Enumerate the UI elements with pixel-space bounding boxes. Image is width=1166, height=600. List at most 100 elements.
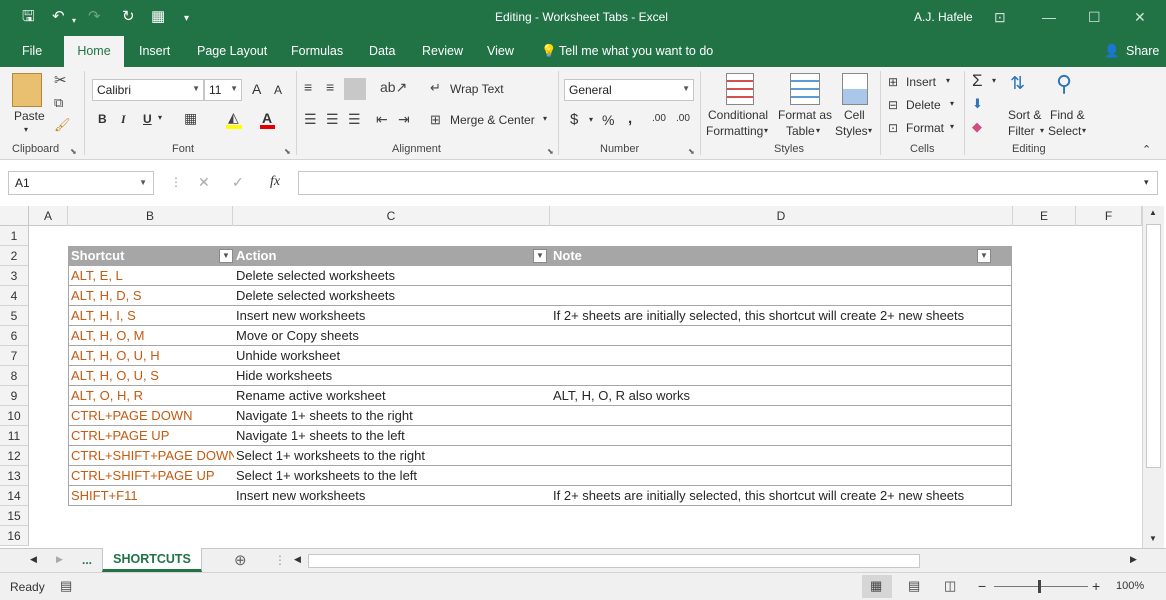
filter-dropdown-icon[interactable]: ▼ bbox=[977, 249, 991, 263]
merge-dropdown-icon[interactable]: ▾ bbox=[543, 114, 547, 123]
format-cells-button[interactable]: Format bbox=[906, 121, 944, 135]
shortcut-cell[interactable]: ALT, H, O, U, H bbox=[69, 346, 234, 366]
refresh-icon[interactable]: ↻ bbox=[122, 8, 135, 26]
format-painter-icon[interactable]: 🖌 bbox=[54, 117, 71, 133]
format-as-table-label-2[interactable]: Table bbox=[786, 124, 815, 138]
format-dropdown-icon[interactable]: ▾ bbox=[950, 122, 954, 131]
currency-dropdown-icon[interactable]: ▾ bbox=[589, 115, 593, 124]
clipboard-launcher-icon[interactable]: ⬊ bbox=[70, 147, 77, 156]
collapse-ribbon-icon[interactable]: ⌃ bbox=[1142, 143, 1151, 156]
horizontal-scroll-thumb[interactable] bbox=[308, 554, 920, 568]
number-format-combo[interactable]: General ▼ bbox=[564, 79, 694, 101]
find-select-label-2[interactable]: Select bbox=[1048, 124, 1081, 138]
row-header[interactable]: 14 bbox=[0, 486, 29, 506]
customize-qat-icon[interactable]: ▾ bbox=[184, 10, 189, 28]
grid-icon[interactable]: ▦ bbox=[151, 8, 165, 26]
grow-font-button[interactable]: A bbox=[252, 81, 261, 97]
action-cell[interactable]: Move or Copy sheets bbox=[234, 326, 551, 346]
paste-dropdown-icon[interactable]: ▾ bbox=[24, 125, 28, 134]
action-cell[interactable]: Insert new worksheets bbox=[234, 486, 551, 506]
top-align-icon[interactable]: ≡ bbox=[304, 79, 312, 95]
save-icon[interactable]: 🖫 bbox=[22, 8, 35, 26]
note-cell[interactable] bbox=[551, 466, 1013, 486]
row-header[interactable]: 7 bbox=[0, 346, 29, 366]
column-header-c[interactable]: C bbox=[233, 206, 550, 226]
shortcut-cell[interactable]: ALT, H, O, M bbox=[69, 326, 234, 346]
page-break-view-icon[interactable]: ◫ bbox=[944, 578, 956, 594]
new-sheet-icon[interactable]: ⊕ bbox=[234, 551, 247, 569]
scroll-down-icon[interactable]: ▼ bbox=[1149, 534, 1157, 543]
note-cell[interactable] bbox=[551, 326, 1013, 346]
shortcut-cell[interactable]: SHIFT+F11 bbox=[69, 486, 234, 506]
align-center-icon[interactable]: ☰ bbox=[326, 111, 339, 128]
merge-center-button[interactable]: Merge & Center bbox=[450, 113, 535, 127]
find-select-dropdown-icon[interactable]: ▾ bbox=[1082, 126, 1086, 135]
worksheet-grid[interactable]: A B C D E F 1 2 3 4 5 6 7 8 9 10 11 12 13 14 15 16 Shor… bbox=[0, 206, 1166, 548]
number-launcher-icon[interactable]: ⬊ bbox=[688, 147, 695, 156]
increase-decimal-button[interactable]: .00 bbox=[652, 113, 666, 124]
note-cell[interactable] bbox=[551, 266, 1013, 286]
scroll-tabs-left-icon[interactable]: ◀ bbox=[30, 554, 37, 565]
normal-view-icon[interactable]: ▦ bbox=[870, 578, 882, 594]
tab-insert[interactable]: Insert bbox=[139, 44, 170, 58]
cell-styles-label-1[interactable]: Cell bbox=[844, 108, 865, 122]
shrink-font-button[interactable]: A bbox=[274, 83, 282, 97]
action-cell[interactable]: Rename active worksheet bbox=[234, 386, 551, 406]
action-cell[interactable]: Hide worksheets bbox=[234, 366, 551, 386]
shortcut-cell[interactable]: ALT, H, I, S bbox=[69, 306, 234, 326]
row-header[interactable]: 9 bbox=[0, 386, 29, 406]
row-header[interactable]: 4 bbox=[0, 286, 29, 306]
font-launcher-icon[interactable]: ⬊ bbox=[284, 147, 291, 156]
wrap-text-button[interactable]: Wrap Text bbox=[450, 82, 504, 96]
tab-formulas[interactable]: Formulas bbox=[291, 44, 343, 58]
bold-button[interactable]: B bbox=[98, 112, 107, 126]
paste-icon[interactable] bbox=[12, 73, 42, 107]
note-cell[interactable] bbox=[551, 346, 1013, 366]
row-header[interactable]: 6 bbox=[0, 326, 29, 346]
action-cell[interactable]: Navigate 1+ sheets to the left bbox=[234, 426, 551, 446]
note-cell[interactable]: If 2+ sheets are initially selected, thi… bbox=[551, 306, 1013, 326]
note-cell[interactable] bbox=[551, 366, 1013, 386]
table-header-cell[interactable]: Note bbox=[550, 246, 1012, 266]
conditional-formatting-label-1[interactable]: Conditional bbox=[708, 108, 768, 122]
select-all-corner[interactable] bbox=[0, 206, 29, 226]
minimize-icon[interactable]: — bbox=[1042, 8, 1056, 26]
zoom-in-icon[interactable]: + bbox=[1092, 578, 1100, 594]
note-cell[interactable] bbox=[551, 426, 1013, 446]
filter-dropdown-icon[interactable]: ▼ bbox=[219, 249, 233, 263]
row-header[interactable]: 10 bbox=[0, 406, 29, 426]
tab-home[interactable]: Home bbox=[64, 36, 124, 67]
sheet-tab-shortcuts[interactable]: SHORTCUTS bbox=[102, 548, 202, 572]
shortcut-cell[interactable]: ALT, E, L bbox=[69, 266, 234, 286]
action-cell[interactable]: Navigate 1+ sheets to the right bbox=[234, 406, 551, 426]
fill-icon[interactable]: ⬇ bbox=[972, 96, 983, 112]
tab-page-layout[interactable]: Page Layout bbox=[197, 44, 267, 58]
share-button[interactable]: Share bbox=[1126, 44, 1159, 58]
share-icon[interactable]: 👤 bbox=[1104, 44, 1120, 59]
row-header[interactable]: 13 bbox=[0, 466, 29, 486]
vertical-scroll-thumb[interactable] bbox=[1146, 224, 1161, 468]
insert-cells-button[interactable]: Insert bbox=[906, 75, 936, 89]
autosum-dropdown-icon[interactable]: ▾ bbox=[992, 76, 996, 85]
row-header[interactable]: 1 bbox=[0, 226, 29, 246]
insert-dropdown-icon[interactable]: ▾ bbox=[946, 76, 950, 85]
fill-color-icon[interactable]: ◭ bbox=[228, 109, 239, 126]
maximize-icon[interactable]: ☐ bbox=[1088, 8, 1101, 26]
italic-button[interactable]: I bbox=[121, 112, 126, 127]
column-header-e[interactable]: E bbox=[1013, 206, 1076, 226]
shortcut-cell[interactable]: ALT, H, O, U, S bbox=[69, 366, 234, 386]
expand-formula-bar-icon[interactable]: ▾ bbox=[1144, 177, 1149, 188]
column-header-f[interactable]: F bbox=[1076, 206, 1142, 226]
format-as-table-dropdown-icon[interactable]: ▾ bbox=[816, 126, 820, 135]
autosum-button[interactable]: Σ bbox=[972, 71, 983, 91]
zoom-slider-thumb[interactable] bbox=[1038, 580, 1041, 593]
column-header-b[interactable]: B bbox=[68, 206, 233, 226]
insert-function-button[interactable]: fx bbox=[270, 174, 280, 190]
column-header-a[interactable]: A bbox=[29, 206, 68, 226]
scroll-tabs-right-icon[interactable]: ▶ bbox=[56, 554, 63, 565]
row-header[interactable]: 11 bbox=[0, 426, 29, 446]
bottom-align-icon[interactable] bbox=[344, 78, 366, 100]
scroll-up-icon[interactable]: ▲ bbox=[1149, 208, 1157, 217]
note-cell[interactable] bbox=[551, 286, 1013, 306]
note-cell[interactable]: If 2+ sheets are initially selected, thi… bbox=[551, 486, 1013, 506]
